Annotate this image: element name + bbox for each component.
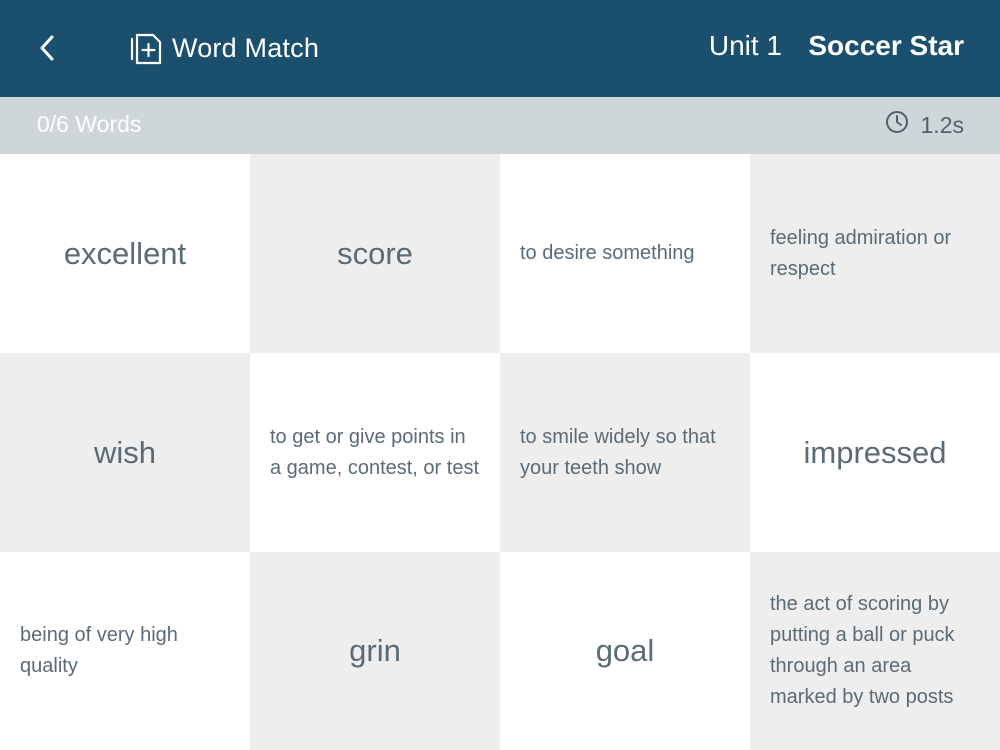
card-text: feeling admiration or respect <box>770 226 952 280</box>
card-text: excellent <box>63 235 187 271</box>
card-text: to get or give points in a game, contest… <box>270 425 479 479</box>
unit-label: Unit 1 <box>708 30 782 61</box>
definition-card[interactable]: to get or give points in a game, contest… <box>250 353 500 552</box>
timer-value: 1.2s <box>920 111 964 138</box>
card-text: impressed <box>803 434 947 470</box>
definition-card[interactable]: the act of scoring by putting a ball or … <box>750 552 1000 750</box>
card-grid: excellent score to desire something feel… <box>0 154 1000 750</box>
header-bar: Word Match Unit 1 Soccer Star <box>0 0 1000 97</box>
card-text: wish <box>93 434 156 470</box>
card-text: to smile widely so that your teeth show <box>520 425 716 479</box>
definition-card[interactable]: being of very high quality <box>0 552 250 750</box>
back-button[interactable] <box>28 28 68 68</box>
status-bar: 0/6 Words 1.2s <box>0 97 1000 154</box>
definition-card[interactable]: to desire something <box>500 154 750 353</box>
app-title: Word Match <box>172 32 320 63</box>
definition-card[interactable]: feeling admiration or respect <box>750 154 1000 353</box>
word-card[interactable]: goal <box>500 552 750 750</box>
card-text: grin <box>349 633 401 668</box>
chevron-left-icon <box>28 28 68 68</box>
card-text: goal <box>595 633 655 668</box>
add-card-icon <box>128 29 164 67</box>
card-text: score <box>337 235 413 271</box>
word-card[interactable]: excellent <box>0 154 250 353</box>
card-text: being of very high quality <box>20 624 178 677</box>
book-title: Soccer Star <box>808 30 964 61</box>
card-text: the act of scoring by putting a ball or … <box>770 593 955 708</box>
word-card[interactable]: score <box>250 154 500 353</box>
word-match-screen: Word Match Unit 1 Soccer Star 0/6 Words … <box>0 0 1000 750</box>
app-title-group: Word Match <box>128 28 319 68</box>
word-card[interactable]: grin <box>250 552 500 750</box>
word-card[interactable]: wish <box>0 353 250 552</box>
progress-counter: 0/6 Words <box>37 111 142 137</box>
definition-card[interactable]: to smile widely so that your teeth show <box>500 353 750 552</box>
timer: 1.2s <box>885 110 964 140</box>
clock-icon <box>885 110 921 140</box>
word-card[interactable]: impressed <box>750 353 1000 552</box>
card-text: to desire something <box>520 242 695 264</box>
